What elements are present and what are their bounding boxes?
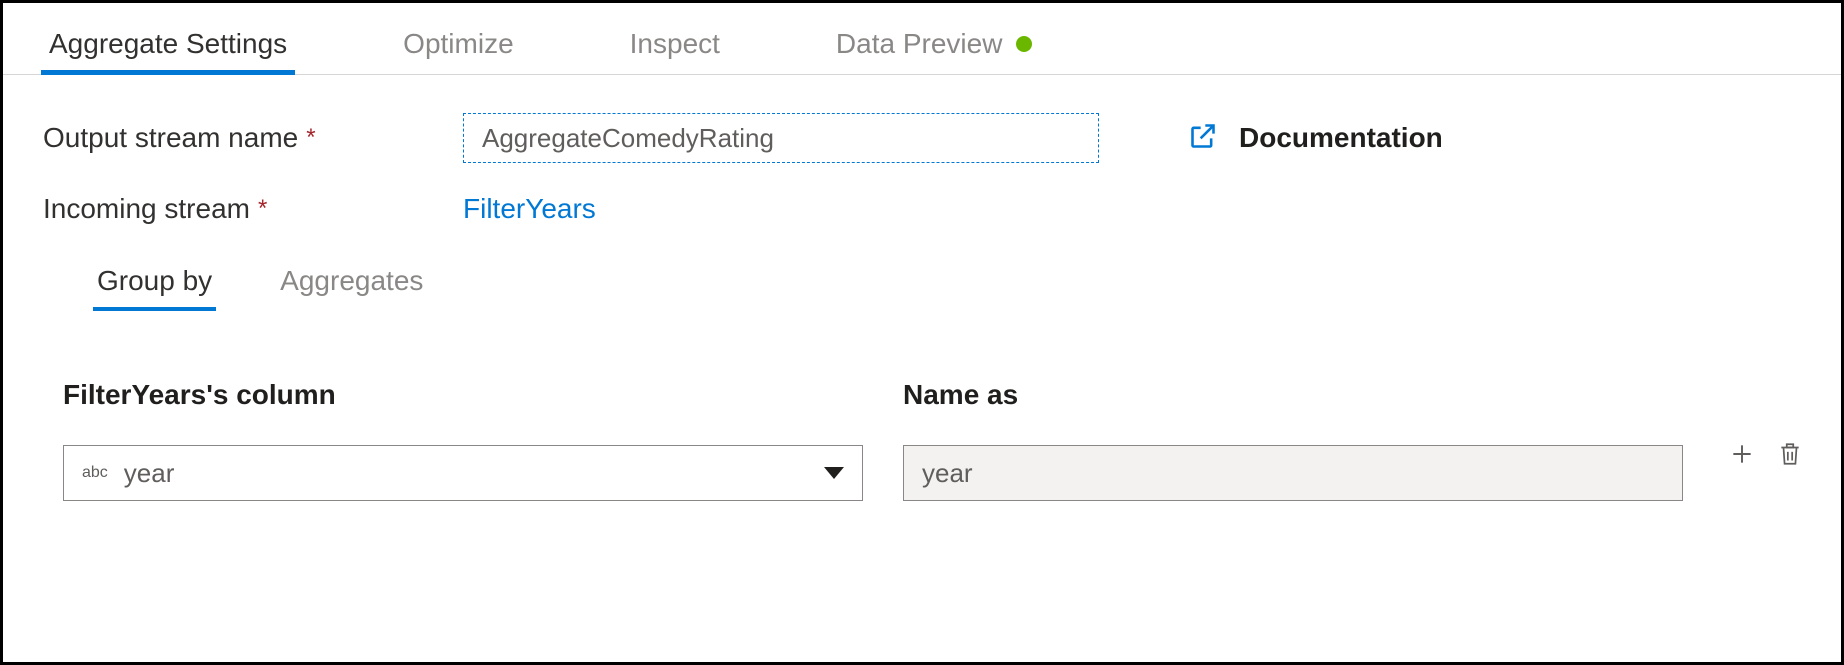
subtab-label: Group by (97, 265, 212, 296)
subtab-label: Aggregates (280, 265, 423, 296)
documentation-text: Documentation (1239, 122, 1443, 154)
tab-label: Inspect (630, 28, 720, 60)
tab-inspect[interactable]: Inspect (622, 14, 728, 74)
tab-aggregate-settings[interactable]: Aggregate Settings (41, 14, 295, 74)
content-area: Output stream name * Documentation Incom… (3, 75, 1841, 501)
required-asterisk-icon: * (306, 124, 315, 152)
dropdown-value: year (124, 458, 808, 489)
output-stream-row: Output stream name * Documentation (43, 113, 1801, 163)
main-tabs: Aggregate Settings Optimize Inspect Data… (3, 3, 1841, 75)
row-actions (1729, 441, 1803, 467)
status-dot-icon (1016, 36, 1032, 52)
label-text: Output stream name (43, 122, 298, 154)
documentation-link[interactable]: Documentation (1189, 122, 1443, 155)
tab-label: Data Preview (836, 28, 1003, 60)
delete-row-button[interactable] (1777, 441, 1803, 467)
subtab-group-by[interactable]: Group by (93, 255, 216, 311)
external-link-icon (1189, 122, 1217, 155)
add-row-button[interactable] (1729, 441, 1755, 467)
column-header: FilterYears's column (63, 379, 863, 411)
output-stream-input[interactable] (463, 113, 1099, 163)
required-asterisk-icon: * (258, 195, 267, 223)
name-as-input[interactable] (903, 445, 1683, 501)
type-badge-icon: abc (82, 464, 108, 482)
tab-data-preview[interactable]: Data Preview (828, 14, 1041, 74)
tab-optimize[interactable]: Optimize (395, 14, 521, 74)
tab-label: Optimize (403, 28, 513, 60)
group-by-area: FilterYears's column abc year Name as (43, 379, 1801, 501)
incoming-stream-row: Incoming stream * FilterYears (43, 193, 1801, 225)
sub-tabs: Group by Aggregates (93, 255, 1801, 311)
incoming-stream-label: Incoming stream * (43, 193, 463, 225)
chevron-down-icon (824, 467, 844, 479)
column-block: FilterYears's column abc year (63, 379, 863, 501)
tab-label: Aggregate Settings (49, 28, 287, 60)
label-text: Incoming stream (43, 193, 250, 225)
output-stream-label: Output stream name * (43, 122, 463, 154)
name-as-block: Name as (903, 379, 1683, 501)
incoming-stream-value[interactable]: FilterYears (463, 193, 596, 225)
aggregate-settings-panel: Aggregate Settings Optimize Inspect Data… (0, 0, 1844, 665)
subtab-aggregates[interactable]: Aggregates (276, 255, 427, 311)
name-as-header: Name as (903, 379, 1683, 411)
column-dropdown[interactable]: abc year (63, 445, 863, 501)
